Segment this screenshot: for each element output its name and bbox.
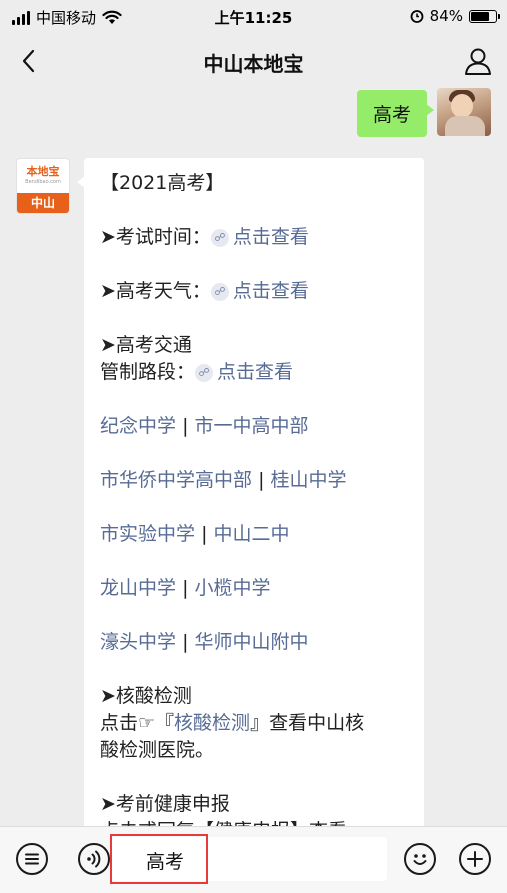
separator: |: [201, 523, 208, 545]
school-link[interactable]: 华师中山附中: [195, 631, 309, 653]
school-row: 市华侨中学高中部 | 桂山中学: [100, 467, 410, 494]
school-row: 龙山中学 | 小榄中学: [100, 575, 410, 602]
nucleic-suffix: 』查看中山核: [250, 712, 365, 734]
bot-avatar[interactable]: 本地宝 Bendibao.com 中山: [16, 158, 70, 214]
battery-fill: [471, 11, 489, 21]
weather-row: ➤高考天气： ☍ 点击查看: [100, 278, 410, 305]
link-icon: ☍: [210, 229, 229, 247]
more-button[interactable]: [459, 843, 491, 875]
outgoing-message: 高考: [356, 88, 491, 137]
control-link[interactable]: 点击查看: [217, 361, 293, 383]
status-bar: 中国移动 上午11:25 84%: [0, 0, 507, 34]
chat-area[interactable]: 高考 本地宝 Bendibao.com 中山 【2021高考】 ➤考试时间： ☍ 点…: [0, 86, 507, 826]
school-link[interactable]: 市华侨中学高中部: [100, 469, 252, 491]
chat-title: 中山本地宝: [203, 52, 304, 76]
school-link[interactable]: 桂山中学: [271, 469, 347, 491]
health-line-partial: 点击或回复【健康申报】查看: [100, 818, 410, 826]
person-icon: [465, 48, 491, 75]
school-row: 纪念中学 | 市一中高中部: [100, 413, 410, 440]
separator: |: [182, 415, 189, 437]
school-link[interactable]: 市实验中学: [100, 523, 195, 545]
message-input[interactable]: 高考: [112, 837, 387, 881]
smiley-icon: [413, 854, 427, 865]
exam-time-label: ➤考试时间：: [100, 226, 211, 248]
school-link[interactable]: 小榄中学: [195, 577, 271, 599]
exam-time-link[interactable]: 点击查看: [233, 226, 309, 248]
nucleic-link[interactable]: 核酸检测: [174, 712, 250, 734]
battery-percent: 84%: [429, 7, 463, 25]
menu-button[interactable]: [16, 843, 48, 875]
nucleic-label: ➤核酸检测: [100, 685, 192, 707]
user-avatar[interactable]: [437, 88, 491, 136]
article-bubble: 【2021高考】 ➤考试时间： ☍ 点击查看 ➤高考天气： ☍ 点击查看 ➤高考交通 管…: [77, 158, 424, 826]
school-link[interactable]: 市一中高中部: [195, 415, 309, 437]
bot-avatar-logo: 本地宝: [26, 165, 60, 178]
school-link[interactable]: 中山二中: [214, 523, 290, 545]
emoji-button[interactable]: [404, 843, 436, 875]
menu-lines-icon: [25, 853, 39, 865]
separator: |: [258, 469, 265, 491]
bot-avatar-city: 中山: [17, 193, 69, 213]
school-link[interactable]: 濠头中学: [100, 631, 176, 653]
school-row: 市实验中学 | 中山二中: [100, 521, 410, 548]
link-icon: ☍: [195, 364, 214, 382]
exam-time-row: ➤考试时间： ☍ 点击查看: [100, 224, 410, 251]
control-row: 管制路段： ☍ 点击查看: [100, 359, 410, 386]
bot-avatar-domain: Bendibao.com: [25, 179, 61, 185]
weather-label: ➤高考天气：: [100, 280, 211, 302]
plus-icon: [467, 851, 483, 867]
weather-link[interactable]: 点击查看: [233, 280, 309, 302]
alarm-icon: [410, 10, 424, 23]
separator: |: [182, 577, 189, 599]
traffic-label: ➤高考交通: [100, 334, 192, 356]
health-label: ➤考前健康申报: [100, 793, 230, 815]
school-link[interactable]: 龙山中学: [100, 577, 176, 599]
school-row: 濠头中学 | 华师中山附中: [100, 629, 410, 656]
article-heading: 【2021高考】: [100, 172, 225, 194]
incoming-message: 本地宝 Bendibao.com 中山 【2021高考】 ➤考试时间： ☍ 点击查看…: [16, 158, 424, 826]
nucleic-prefix: 点击☞『: [100, 712, 175, 734]
control-label: 管制路段：: [100, 361, 196, 383]
status-right: 84%: [410, 7, 500, 25]
school-link[interactable]: 纪念中学: [100, 415, 176, 437]
message-input-value: 高考: [146, 851, 185, 873]
battery-icon: [469, 9, 500, 23]
voice-wave-icon: [87, 850, 101, 868]
outgoing-bubble[interactable]: 高考: [356, 90, 435, 137]
nav-bar: 中山本地宝: [0, 34, 507, 86]
voice-button[interactable]: [78, 843, 110, 875]
nucleic-row: 点击☞『核酸检测』查看中山核: [100, 710, 410, 737]
input-bar: 高考: [0, 826, 507, 893]
nucleic-line2: 酸检测医院。: [100, 739, 215, 761]
link-icon: ☍: [210, 283, 229, 301]
separator: |: [182, 631, 189, 653]
profile-button[interactable]: [461, 44, 495, 78]
